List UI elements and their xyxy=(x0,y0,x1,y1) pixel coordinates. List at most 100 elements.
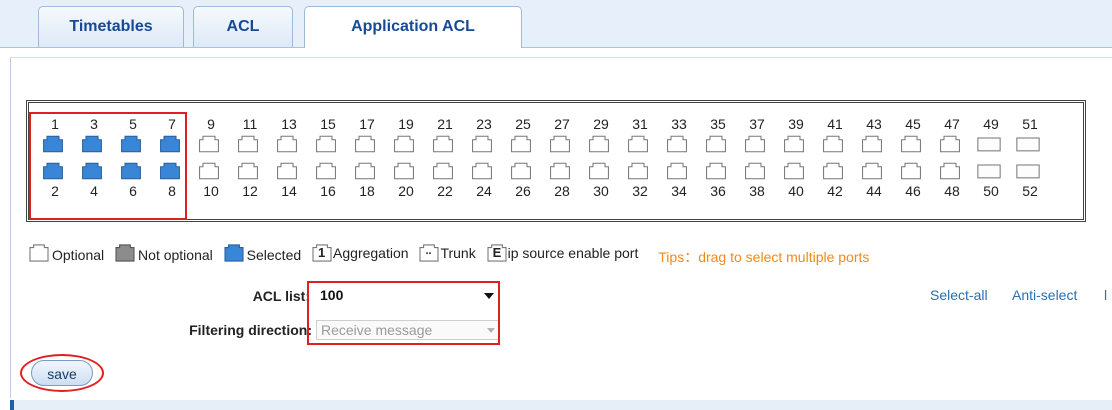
port-6[interactable]: 6 xyxy=(116,161,150,219)
port-number: 40 xyxy=(788,183,804,199)
port-14[interactable]: 14 xyxy=(272,161,306,219)
port-34[interactable]: 34 xyxy=(662,161,696,219)
port-number: 22 xyxy=(437,183,453,199)
port-number: 32 xyxy=(632,183,648,199)
filtering-direction-select[interactable]: Receive message xyxy=(316,320,500,340)
port-number: 20 xyxy=(398,183,414,199)
anti-select-link[interactable]: Anti-select xyxy=(1012,287,1077,303)
fiber-port-icon xyxy=(1016,137,1040,152)
optional-port-icon xyxy=(901,135,921,153)
more-link[interactable]: l xyxy=(1104,287,1107,303)
acl-list-value: 100 xyxy=(320,287,344,303)
optional-port-icon xyxy=(667,162,687,180)
port-32[interactable]: 32 xyxy=(623,161,657,219)
optional-port-icon xyxy=(472,135,492,153)
port-number: 24 xyxy=(476,183,492,199)
port-8[interactable]: 8 xyxy=(155,161,189,219)
port-4[interactable]: 4 xyxy=(77,161,111,219)
optional-port-icon xyxy=(28,244,52,265)
port-44[interactable]: 44 xyxy=(857,161,891,219)
port-number: 46 xyxy=(905,183,921,199)
optional-port-icon xyxy=(199,135,219,153)
selected-port-icon xyxy=(160,162,180,180)
port-panel: 1 3 5 7 9 11 13 15 17 19 21 23 25 27 29 31 33 35 37 39 41 43 4… xyxy=(26,100,1086,222)
port-18[interactable]: 18 xyxy=(350,161,384,219)
optional-port-icon xyxy=(238,162,258,180)
port-28[interactable]: 28 xyxy=(545,161,579,219)
optional-port-icon xyxy=(199,162,219,180)
port-12[interactable]: 12 xyxy=(233,161,267,219)
port-number: 26 xyxy=(515,183,531,199)
port-52[interactable]: 52 xyxy=(1013,161,1047,219)
port-number: 37 xyxy=(749,116,765,132)
port-number: 27 xyxy=(554,116,570,132)
chevron-down-icon xyxy=(487,328,495,333)
optional-port-icon xyxy=(394,135,414,153)
optional-port-icon xyxy=(511,135,531,153)
ip-source-port-icon: E xyxy=(486,244,508,262)
acl-list-select[interactable]: 100 xyxy=(316,287,496,305)
filtering-direction-label: Filtering direction: xyxy=(189,322,312,338)
select-all-link[interactable]: Select-all xyxy=(930,287,988,303)
port-number: 29 xyxy=(593,116,609,132)
legend-not-optional-label: Not optional xyxy=(138,246,213,263)
tab-bar: Timetables ACL Application ACL xyxy=(0,0,1112,48)
port-number: 5 xyxy=(129,116,137,132)
port-number: 17 xyxy=(359,116,375,132)
port-38[interactable]: 38 xyxy=(740,161,774,219)
port-50[interactable]: 50 xyxy=(974,161,1008,219)
port-number: 45 xyxy=(905,116,921,132)
port-legend: Optional Not optional Selected 1 Aggregat… xyxy=(28,244,869,266)
port-36[interactable]: 36 xyxy=(701,161,735,219)
port-20[interactable]: 20 xyxy=(389,161,423,219)
port-number: 15 xyxy=(320,116,336,132)
trunk-port-icon: .. xyxy=(418,244,440,262)
port-24[interactable]: 24 xyxy=(467,161,501,219)
port-16[interactable]: 16 xyxy=(311,161,345,219)
optional-port-icon xyxy=(316,162,336,180)
optional-port-icon xyxy=(628,162,648,180)
selected-port-icon xyxy=(43,162,63,180)
tab-timetables[interactable]: Timetables xyxy=(38,6,184,47)
port-number: 33 xyxy=(671,116,687,132)
not-optional-port-icon xyxy=(114,244,138,265)
optional-port-icon xyxy=(628,135,648,153)
port-26[interactable]: 26 xyxy=(506,161,540,219)
port-number: 2 xyxy=(51,183,59,199)
selected-port-icon xyxy=(121,135,141,153)
fiber-port-icon xyxy=(977,137,1001,152)
port-number: 35 xyxy=(710,116,726,132)
port-number: 16 xyxy=(320,183,336,199)
optional-port-icon xyxy=(433,162,453,180)
port-number: 36 xyxy=(710,183,726,199)
optional-port-icon xyxy=(706,162,726,180)
port-40[interactable]: 40 xyxy=(779,161,813,219)
port-22[interactable]: 22 xyxy=(428,161,462,219)
tab-application-acl[interactable]: Application ACL xyxy=(304,6,522,48)
optional-port-icon xyxy=(550,135,570,153)
bottom-bar xyxy=(10,400,1112,410)
port-42[interactable]: 42 xyxy=(818,161,852,219)
optional-port-icon xyxy=(862,135,882,153)
port-number: 30 xyxy=(593,183,609,199)
port-10[interactable]: 10 xyxy=(194,161,228,219)
optional-port-icon xyxy=(355,162,375,180)
legend-ip-source-label: ip source enable port xyxy=(507,245,639,261)
save-button[interactable]: save xyxy=(31,360,93,386)
port-number: 50 xyxy=(983,183,999,199)
optional-port-icon xyxy=(394,162,414,180)
port-2[interactable]: 2 xyxy=(38,161,72,219)
optional-port-icon xyxy=(823,162,843,180)
optional-port-icon xyxy=(784,162,804,180)
aggregation-glyph: 1 xyxy=(318,245,326,260)
tab-acl[interactable]: ACL xyxy=(193,6,293,47)
optional-port-icon xyxy=(355,135,375,153)
port-number: 7 xyxy=(168,116,176,132)
port-number: 38 xyxy=(749,183,765,199)
port-48[interactable]: 48 xyxy=(935,161,969,219)
port-30[interactable]: 30 xyxy=(584,161,618,219)
port-46[interactable]: 46 xyxy=(896,161,930,219)
selected-port-icon xyxy=(160,135,180,153)
optional-port-icon xyxy=(745,162,765,180)
port-number: 1 xyxy=(51,116,59,132)
